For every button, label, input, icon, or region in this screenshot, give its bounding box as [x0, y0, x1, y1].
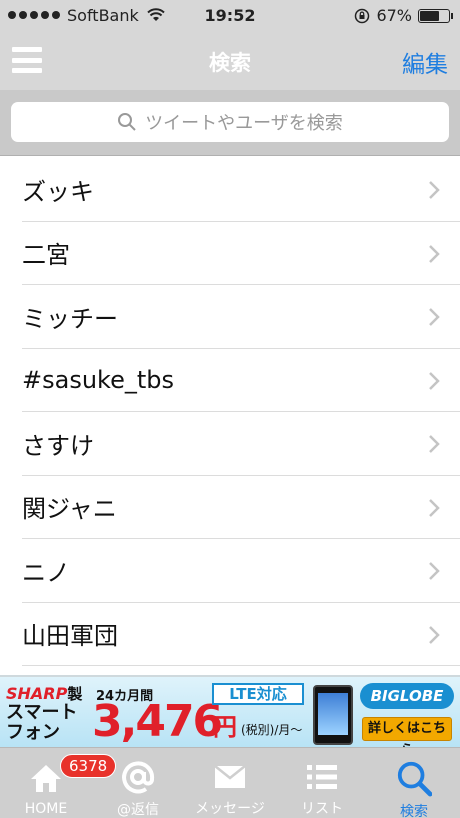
ad-price: 3,476: [92, 696, 223, 747]
tab-label: 検索: [400, 804, 428, 818]
ad-brand: SHARP製: [6, 684, 83, 703]
tab-search[interactable]: 検索: [368, 748, 460, 818]
battery-icon: [418, 8, 453, 23]
list-item[interactable]: ニノ: [22, 539, 460, 603]
chevron-right-icon: [429, 498, 440, 517]
notification-badge: 6378: [60, 754, 117, 778]
ad-lte-badge: LTE対応: [212, 683, 304, 705]
phone-image: [313, 685, 353, 745]
list-item-label: 二宮: [22, 241, 70, 270]
chevron-right-icon: [429, 435, 440, 453]
battery-percentage: 67%: [376, 6, 412, 25]
list-item[interactable]: #sasuke_tbs: [22, 349, 460, 412]
edit-button[interactable]: 編集: [402, 45, 448, 79]
status-bar: SoftBank 19:52 67%: [0, 0, 460, 30]
list-item-label: 関ジャニ: [22, 495, 117, 524]
list-item-label: ニノ: [22, 558, 70, 587]
list-item[interactable]: 山田軍団: [22, 603, 460, 666]
list-item-label: 山田軍団: [22, 622, 118, 651]
list-item-label: ズッキ: [22, 177, 94, 206]
list-item[interactable]: ズッキ: [22, 158, 460, 222]
chevron-right-icon: [429, 625, 440, 644]
list-item[interactable]: ミッチー: [22, 285, 460, 349]
search-input[interactable]: ツイートやユーザを検索: [11, 102, 449, 142]
search-placeholder: ツイートやユーザを検索: [145, 113, 343, 134]
ad-detail-button[interactable]: 詳しくはこちら: [362, 717, 452, 747]
ad-provider-logo: BIGLOBE: [360, 683, 454, 709]
tab-label: メッセージ: [195, 801, 265, 817]
list-item[interactable]: 関ジャニ: [22, 476, 460, 539]
ad-currency: 円: [213, 713, 237, 741]
list-item-label: #sasuke_tbs: [22, 365, 174, 394]
tab-lists[interactable]: リスト: [276, 748, 368, 818]
ad-banner[interactable]: SHARP製 24カ月間 スマートフォン 3,476 円 (税別)/月〜 LTE…: [0, 675, 460, 747]
at-icon: [120, 760, 156, 794]
rotation-lock-icon: [355, 8, 370, 23]
list-item[interactable]: 二宮: [22, 222, 460, 285]
search-icon: [118, 113, 136, 131]
ad-tax-note: (税別)/月〜: [241, 723, 303, 737]
tab-label: @返信: [117, 802, 159, 818]
chevron-right-icon: [429, 308, 440, 326]
tab-label: HOME: [24, 801, 68, 817]
home-icon: [28, 760, 64, 796]
search-icon: [396, 760, 432, 797]
tab-label: リスト: [301, 801, 343, 817]
list-item[interactable]: さすけ: [22, 412, 460, 476]
list-item-label: さすけ: [22, 431, 94, 460]
chevron-right-icon: [429, 181, 440, 199]
chevron-right-icon: [429, 562, 440, 580]
page-title: 検索: [209, 51, 251, 75]
list-icon: [304, 760, 340, 793]
ad-product: スマートフォン: [6, 702, 78, 743]
list-item-label: ミッチー: [22, 304, 118, 333]
navigation-bar: 検索 編集: [0, 30, 460, 90]
search-bar: ツイートやユーザを検索: [0, 90, 460, 156]
tab-messages[interactable]: メッセージ: [184, 748, 276, 818]
envelope-icon: [212, 760, 248, 793]
tab-bar: 6378 HOME @返信 メッセージ リスト 検索: [0, 747, 460, 818]
saved-search-list: ズッキ 二宮 ミッチー #sasuke_tbs さすけ 関ジャニ ニノ 山田軍団: [0, 158, 460, 666]
chevron-right-icon: [429, 244, 440, 263]
chevron-right-icon: [429, 371, 440, 390]
